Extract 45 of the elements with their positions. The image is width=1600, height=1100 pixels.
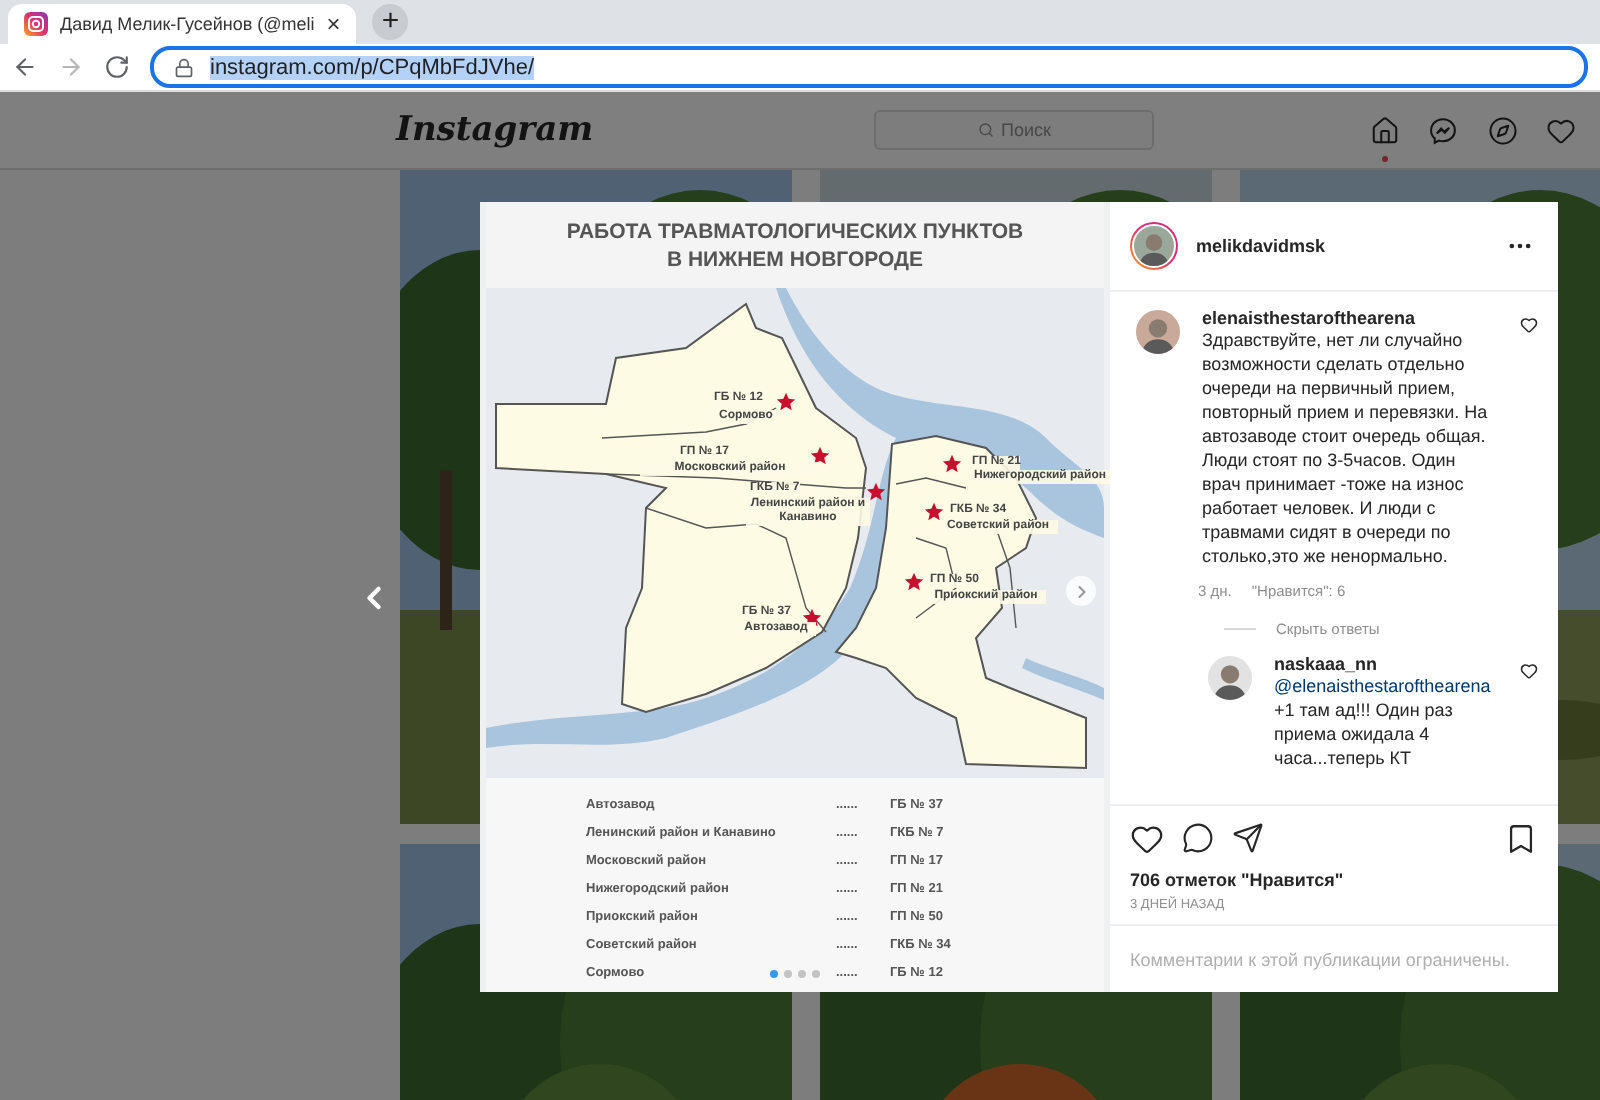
username[interactable]: melikdavidmsk xyxy=(1196,236,1326,256)
search-icon xyxy=(977,122,994,138)
avatar[interactable] xyxy=(1134,308,1182,356)
tab-title: Давид Мелик-Гусейнов (@meli xyxy=(60,14,315,34)
reload-button[interactable] xyxy=(104,54,130,80)
comment-username[interactable]: naskaaa_nn xyxy=(1274,654,1494,674)
instagram-icon xyxy=(24,12,48,36)
comment-username[interactable]: elenaisthestarofthearena xyxy=(1202,308,1498,328)
lock-icon xyxy=(174,57,194,77)
carousel-dot[interactable] xyxy=(770,970,778,978)
carousel-dot[interactable] xyxy=(798,970,806,978)
new-tab-button[interactable]: + xyxy=(372,3,409,39)
address-bar[interactable]: instagram.com/p/CPqMbFdJVhe/ xyxy=(150,46,1588,88)
heart-icon[interactable] xyxy=(1546,115,1576,145)
comment-text: Здравствуйте, нет ли случайно возможности сделать отдельно очереди на первичный прием, повторный прием и перевязки. На автозаводе стоит очередь общая. Люди стоят по 3-5часов. Один врач принимает -тоже на износ работает человек. И люди с травмами сидят в очереди по столько,это же ненормально. xyxy=(1202,328,1490,568)
back-button[interactable] xyxy=(12,54,38,80)
comment-text: @elenaisthestarofthearena +1 там ад!!! Один раз приема ожидала 4 часа...теперь КТ xyxy=(1274,674,1493,770)
comments-notice: Комментарии к этой публикации ограничены. xyxy=(1130,949,1510,969)
star-icon xyxy=(776,392,796,412)
mention-link[interactable]: @elenaisthestarofthearena xyxy=(1274,676,1491,696)
compass-icon[interactable] xyxy=(1487,115,1517,145)
avatar[interactable] xyxy=(1206,654,1254,702)
star-icon xyxy=(810,446,830,466)
url-text: instagram.com/p/CPqMbFdJVhe/ xyxy=(210,55,535,79)
like-button[interactable] xyxy=(1520,316,1538,334)
share-button[interactable] xyxy=(1232,822,1264,854)
next-slide-button[interactable] xyxy=(1066,576,1096,606)
star-icon xyxy=(942,454,962,474)
carousel-dot[interactable] xyxy=(784,970,792,978)
star-icon xyxy=(866,482,886,502)
home-icon[interactable] xyxy=(1370,115,1400,145)
star-icon xyxy=(924,502,944,522)
messenger-icon[interactable] xyxy=(1428,115,1458,145)
carousel-dot[interactable] xyxy=(812,970,820,978)
star-icon xyxy=(904,572,924,592)
like-button[interactable] xyxy=(1520,662,1538,680)
close-tab-button[interactable]: × xyxy=(326,12,341,36)
save-button[interactable] xyxy=(1504,821,1538,855)
like-button[interactable] xyxy=(1130,821,1164,855)
infographic-title: В НИЖНЕМ НОВГОРОДЕ xyxy=(666,245,924,273)
infographic-title: РАБОТА ТРАВМАТОЛОГИЧЕСКИХ ПУНКТОВ xyxy=(566,217,1024,245)
comment-button[interactable] xyxy=(1182,822,1214,854)
browser-tab[interactable]: Давид Мелик-Гусейнов (@meli × xyxy=(8,4,357,44)
likes-count[interactable]: 706 отметок "Нравится" xyxy=(1130,870,1538,890)
instagram-logo[interactable]: Instagram xyxy=(396,110,874,150)
